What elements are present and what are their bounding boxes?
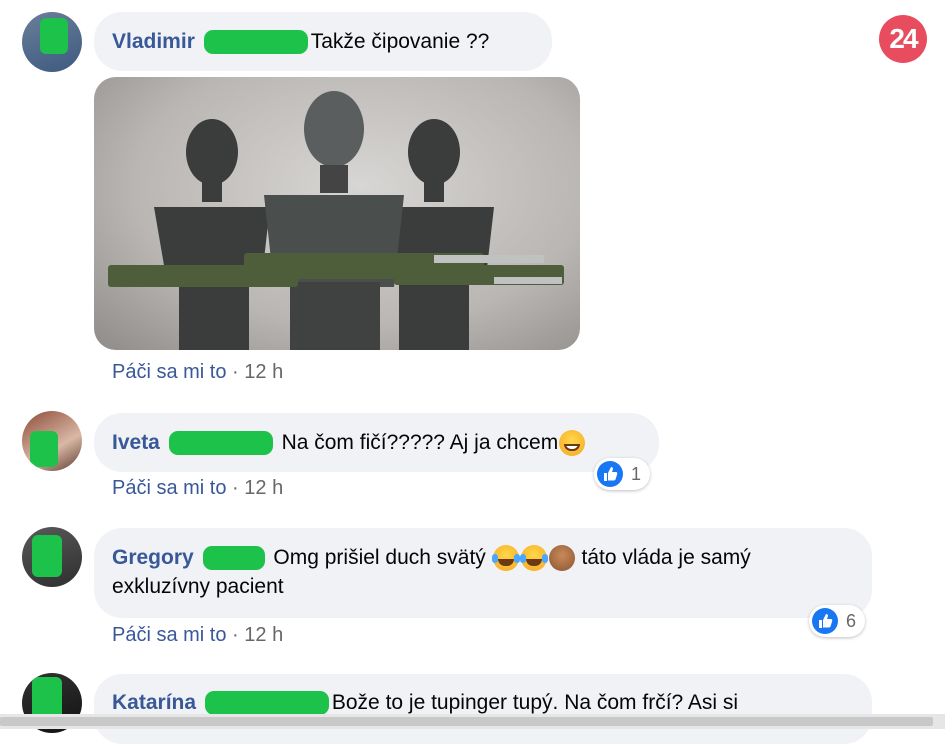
robots-illustration (108, 91, 564, 350)
laughing-emoji-icon (491, 545, 520, 572)
like-button[interactable]: Páči sa mi to (112, 624, 226, 646)
comment-image[interactable] (94, 77, 580, 350)
comment-time: · 12 h (232, 361, 284, 383)
commenter-name[interactable]: Vladimir (112, 30, 195, 53)
comment-text: exkluzívny pacient (112, 575, 284, 598)
like-button[interactable]: Páči sa mi to (112, 477, 226, 499)
avatar-redaction (30, 431, 58, 467)
comment-meta: Páči sa mi to · 12 h (112, 361, 283, 384)
thumbs-up-icon (597, 461, 623, 487)
reaction-number: 6 (846, 610, 857, 631)
site-logo-24[interactable]: 24 (879, 15, 927, 63)
avatar[interactable] (22, 527, 82, 587)
scrollbar-thumb[interactable] (0, 717, 933, 726)
comment-time: · 12 h (232, 624, 284, 646)
laughing-emoji-icon (519, 545, 548, 572)
avatar-redaction (40, 18, 68, 54)
comment-text: táto vláda je samý (581, 546, 751, 569)
avatar[interactable] (22, 12, 82, 72)
comment-time: · 12 h (232, 477, 284, 499)
avatar[interactable] (22, 411, 82, 471)
comment-meta: Páči sa mi to · 12 h (112, 477, 283, 500)
comment-text: Omg prišiel duch svätý (273, 546, 486, 569)
commenter-name[interactable]: Iveta (112, 431, 160, 454)
comment-bubble: Katarína Bože to je tupinger tupý. Na čo… (94, 674, 872, 744)
name-redaction (168, 431, 273, 456)
reaction-count[interactable]: 6 (809, 605, 866, 637)
commenter-name[interactable]: Katarína (112, 691, 196, 714)
reaction-number: 1 (631, 463, 642, 484)
comment-bubble: Vladimir Takže čipovanie ?? (94, 12, 552, 71)
comment-text: Bože to je tupinger tupý. Na čom frčí? A… (331, 691, 739, 714)
avatar-redaction (32, 535, 62, 577)
grinning-emoji-icon (559, 430, 586, 457)
commenter-name[interactable]: Gregory (112, 546, 194, 569)
name-redaction (204, 691, 329, 716)
like-button[interactable]: Páči sa mi to (112, 361, 226, 383)
see-no-evil-monkey-icon (548, 545, 575, 572)
reaction-count[interactable]: 1 (594, 458, 651, 490)
comment-text: Takže čipovanie ?? (310, 30, 490, 53)
name-redaction (203, 30, 308, 55)
comment-meta: Páči sa mi to · 12 h (112, 624, 283, 647)
comment-bubble: Gregory Omg prišiel duch svätý táto vlád… (94, 528, 872, 618)
thumbs-up-icon (812, 608, 838, 634)
comment-bubble: Iveta Na čom fičí????? Aj ja chcem (94, 413, 659, 472)
name-redaction (202, 546, 265, 571)
comment-text: Na čom fičí????? Aj ja chcem (281, 431, 559, 454)
